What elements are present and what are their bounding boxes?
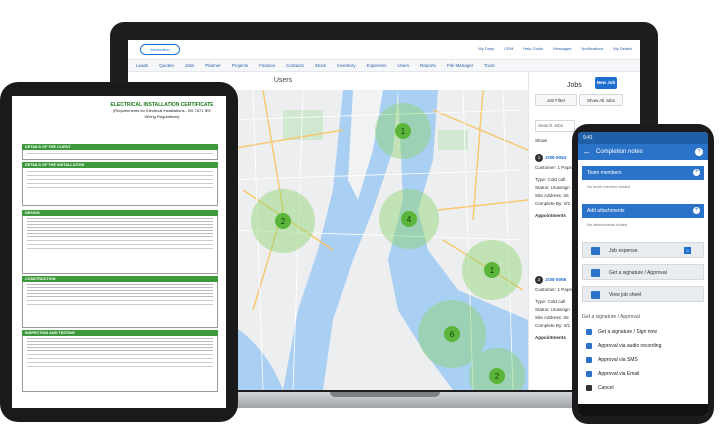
bottom-sheet-title: Get a signature / Approval [582, 314, 640, 320]
no-team-text: No team member added [587, 184, 631, 189]
users-panel-title: Users [223, 72, 343, 90]
cluster-label: 6 [450, 330, 455, 339]
nav-planner[interactable]: Planner [205, 63, 221, 68]
sms-approval-label: Approval via SMS [598, 357, 638, 363]
app-logo[interactable]: fieldmotion [140, 44, 180, 55]
tablet-screen: ELECTRICAL INSTALLATION CERTIFICATE (Req… [12, 96, 226, 408]
cancel-label: Cancel [598, 385, 614, 391]
nav-projects[interactable]: Projects [232, 63, 248, 68]
nav-users[interactable]: Users [397, 63, 409, 68]
park-west [283, 110, 323, 140]
app-title: Completion notes [596, 149, 643, 155]
top-links: My Diary CRM Help Guide Messages Notific… [478, 46, 632, 51]
add-team-member-icon[interactable]: + [693, 169, 700, 176]
view-job-sheet-button[interactable]: View job sheet [582, 286, 704, 302]
cluster-label: 1 [401, 127, 406, 136]
cluster-label: 1 [490, 266, 495, 275]
email-approval-option[interactable]: Approval via Email [582, 368, 704, 380]
audio-approval-label: Approval via audio recording [598, 343, 662, 349]
link-messages[interactable]: Messages [553, 46, 571, 51]
sign-now-option[interactable]: Get a signature / Sign now [582, 326, 704, 338]
job-filter-button[interactable]: Job Filter [535, 94, 577, 106]
back-arrow-icon[interactable]: ← [583, 144, 591, 160]
new-job-button[interactable]: New Job [595, 77, 617, 89]
phone-icon [586, 357, 592, 363]
link-my-diary[interactable]: My Diary [478, 46, 494, 51]
status-bar: 9:41 [578, 132, 708, 144]
attachments-label: Add attachments [587, 208, 625, 214]
view-job-sheet-label: View job sheet [609, 292, 642, 298]
stage: fieldmotion My Diary CRM Help Guide Mess… [0, 0, 720, 432]
jobs-title: Jobs [567, 82, 582, 89]
cluster-label: 4 [407, 215, 412, 224]
job-expense-label: Job expense [609, 248, 638, 254]
nav-file-manager[interactable]: File Manager [447, 63, 473, 68]
close-icon [586, 385, 592, 391]
audio-approval-option[interactable]: Approval via audio recording [582, 340, 704, 352]
microphone-icon [586, 343, 592, 349]
showing-text: Showi [535, 138, 548, 143]
design-fields[interactable] [22, 216, 218, 274]
show-all-jobs-button[interactable]: Show All Jobs [579, 94, 623, 106]
signature-icon [591, 269, 600, 277]
inspection-fields[interactable] [22, 336, 218, 392]
nav-expenses[interactable]: Expenses [367, 63, 387, 68]
eye-icon [591, 291, 600, 299]
team-members-bar[interactable]: Team members + [582, 166, 704, 180]
main-nav: Leads Quotes Jobs Planner Projects Finan… [128, 60, 640, 72]
expense-icon [591, 247, 600, 255]
cancel-option[interactable]: Cancel [582, 382, 704, 394]
job-id[interactable]: JOB-0064 [545, 155, 566, 160]
pen-icon [586, 329, 592, 335]
app-bar: ← Completion notes ? [578, 144, 708, 160]
map-view[interactable]: 1 2 4 1 6 2 [223, 90, 528, 390]
certificate-subtitle: (Requirements for Electrical Installatio… [112, 108, 212, 119]
search-jobs-input[interactable]: Search Jobs [535, 120, 575, 132]
top-bar: fieldmotion My Diary CRM Help Guide Mess… [128, 40, 640, 60]
job-number-badge: 1 [535, 154, 543, 162]
link-my-details[interactable]: My Details [613, 46, 632, 51]
attachments-bar[interactable]: Add attachments + [582, 204, 704, 218]
phone-screen: 9:41 ← Completion notes ? Team members +… [578, 132, 708, 416]
nav-jobs[interactable]: Jobs [185, 63, 195, 68]
add-attachment-icon[interactable]: + [693, 207, 700, 214]
help-icon[interactable]: ? [695, 148, 703, 156]
certificate-title: ELECTRICAL INSTALLATION CERTIFICATE (Req… [107, 102, 217, 120]
nav-leads[interactable]: Leads [136, 63, 148, 68]
link-crm[interactable]: CRM [504, 46, 513, 51]
nav-tools[interactable]: Tools [484, 63, 495, 68]
link-help-guide[interactable]: Help Guide [523, 46, 543, 51]
signature-approval-button[interactable]: Get a signature / Approval [582, 264, 704, 280]
map-graphic: 1 2 4 1 6 2 [223, 90, 528, 390]
signature-approval-label: Get a signature / Approval [609, 270, 667, 276]
park-east [438, 130, 468, 150]
nav-stock[interactable]: Stock [315, 63, 326, 68]
email-approval-label: Approval via Email [598, 371, 640, 377]
nav-inventory[interactable]: Inventory [337, 63, 356, 68]
sign-now-label: Get a signature / Sign now [598, 329, 657, 335]
installation-fields[interactable] [22, 168, 218, 206]
laptop-notch [330, 392, 440, 397]
nav-quotes[interactable]: Quotes [159, 63, 174, 68]
construction-fields[interactable] [22, 282, 218, 328]
job-id[interactable]: JOB-0065 [545, 277, 566, 282]
nav-reports[interactable]: Reports [420, 63, 436, 68]
expense-count-badge: 0 [684, 247, 691, 254]
email-icon [586, 371, 592, 377]
job-expense-button[interactable]: Job expense 0 [582, 242, 704, 258]
link-notifications[interactable]: Notifications [582, 46, 604, 51]
cluster-label: 2 [281, 217, 286, 226]
team-members-label: Team members [587, 170, 622, 176]
job-number-badge: 2 [535, 276, 543, 284]
nav-finance[interactable]: Finance [259, 63, 275, 68]
client-fields[interactable] [22, 150, 218, 160]
nav-contacts[interactable]: Contacts [286, 63, 304, 68]
no-attachments-text: No attachments added [587, 222, 628, 227]
phone-nav-bar [578, 404, 708, 416]
cluster-label: 2 [495, 372, 500, 381]
sms-approval-option[interactable]: Approval via SMS [582, 354, 704, 366]
